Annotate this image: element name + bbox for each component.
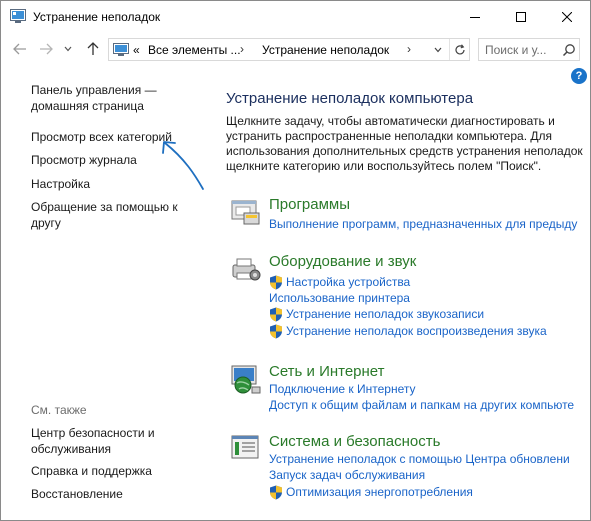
sidebar-item-settings[interactable]: Настройка bbox=[31, 176, 90, 192]
sidebar-item-recovery[interactable]: Восстановление bbox=[31, 486, 123, 502]
see-also-heading: См. также bbox=[31, 403, 87, 417]
link-use-printer[interactable]: Использование принтера bbox=[269, 291, 410, 305]
minimize-button[interactable] bbox=[452, 1, 498, 32]
troubleshooting-window: Устранение неполадок « Все элементы ... … bbox=[0, 0, 591, 521]
close-button[interactable] bbox=[544, 1, 590, 32]
sidebar-item-label: Панель управления — bbox=[31, 83, 157, 97]
recent-locations-button[interactable] bbox=[61, 38, 75, 60]
link-shared-folders[interactable]: Доступ к общим файлам и папкам на других… bbox=[269, 398, 574, 412]
arrow-left-icon bbox=[13, 43, 26, 55]
sidebar-item-control-panel-home[interactable]: Панель управления — домашняя страница bbox=[31, 82, 157, 114]
breadcrumb-separator[interactable]: › bbox=[407, 42, 411, 56]
control-panel-icon bbox=[10, 9, 26, 23]
sidebar-item-help-support[interactable]: Справка и поддержка bbox=[31, 463, 152, 479]
link-configure-device[interactable]: Настройка устройства bbox=[286, 275, 410, 289]
search-placeholder: Поиск и у... bbox=[485, 43, 547, 57]
navigation-bar: « Все элементы ... › Устранение неполадо… bbox=[1, 32, 590, 66]
uac-shield-icon bbox=[270, 485, 282, 500]
control-panel-icon bbox=[113, 43, 129, 56]
close-icon bbox=[562, 11, 572, 22]
category-title-network-internet[interactable]: Сеть и Интернет bbox=[269, 363, 385, 380]
link-run-maintenance[interactable]: Запуск задач обслуживания bbox=[269, 468, 425, 482]
breadcrumb-troubleshooting[interactable]: Устранение неполадок bbox=[262, 43, 389, 57]
page-description: Щелкните задачу, чтобы автоматически диа… bbox=[226, 114, 583, 173]
arrow-up-icon bbox=[87, 42, 99, 55]
page-title: Устранение неполадок компьютера bbox=[226, 90, 474, 107]
sidebar-item-security-maintenance[interactable]: Центр безопасности и обслуживания bbox=[31, 425, 155, 457]
refresh-button[interactable] bbox=[449, 39, 469, 60]
address-bar[interactable]: « Все элементы ... › Устранение неполадо… bbox=[108, 38, 470, 61]
maximize-button[interactable] bbox=[498, 1, 544, 32]
forward-button[interactable] bbox=[36, 38, 56, 60]
link-power-optimization[interactable]: Оптимизация энергопотребления bbox=[286, 485, 473, 499]
network-icon bbox=[231, 365, 261, 394]
uac-shield-icon bbox=[270, 324, 282, 339]
sidebar-item-view-history[interactable]: Просмотр журнала bbox=[31, 152, 137, 168]
sidebar-item-get-help-from-friend[interactable]: Обращение за помощью к другу bbox=[31, 199, 178, 231]
link-troubleshoot-recording[interactable]: Устранение неполадок звукозаписи bbox=[286, 307, 484, 321]
help-icon[interactable]: ? bbox=[571, 68, 587, 84]
search-icon[interactable] bbox=[562, 43, 576, 57]
uac-shield-icon bbox=[270, 275, 282, 290]
link-connect-internet[interactable]: Подключение к Интернету bbox=[269, 382, 416, 396]
title-bar[interactable]: Устранение неполадок bbox=[1, 1, 590, 32]
link-windows-update-troubleshoot[interactable]: Устранение неполадок с помощью Центра об… bbox=[269, 452, 570, 466]
chevron-down-icon bbox=[64, 46, 72, 52]
back-button[interactable] bbox=[10, 38, 30, 60]
window-title: Устранение неполадок bbox=[33, 10, 161, 24]
address-dropdown-button[interactable] bbox=[429, 39, 447, 60]
programs-icon bbox=[231, 200, 260, 225]
link-run-legacy-programs[interactable]: Выполнение программ, предназначенных для… bbox=[269, 217, 577, 231]
hardware-sound-icon bbox=[232, 258, 261, 281]
sidebar-item-label: обслуживания bbox=[31, 442, 112, 456]
up-button[interactable] bbox=[83, 38, 103, 60]
system-security-icon bbox=[231, 435, 259, 459]
sidebar-item-label: домашняя страница bbox=[31, 99, 144, 113]
chevron-down-icon bbox=[434, 47, 442, 52]
breadcrumb-separator[interactable]: › bbox=[240, 42, 244, 56]
refresh-icon bbox=[454, 43, 465, 54]
search-box[interactable]: Поиск и у... bbox=[478, 38, 580, 61]
sidebar-item-label: Центр безопасности и bbox=[31, 426, 155, 440]
category-title-system-security[interactable]: Система и безопасность bbox=[269, 433, 440, 450]
breadcrumb-all-items[interactable]: Все элементы ... bbox=[148, 43, 241, 57]
annotation-arrow-icon bbox=[162, 141, 204, 190]
sidebar-item-label: Обращение за помощью к bbox=[31, 200, 178, 214]
breadcrumb-overflow[interactable]: « bbox=[133, 43, 140, 57]
link-troubleshoot-playback[interactable]: Устранение неполадок воспроизведения зву… bbox=[286, 324, 547, 338]
category-title-programs[interactable]: Программы bbox=[269, 196, 350, 213]
arrow-right-icon bbox=[40, 43, 53, 55]
maximize-icon bbox=[516, 11, 526, 22]
category-title-hardware-sound[interactable]: Оборудование и звук bbox=[269, 253, 416, 270]
minimize-icon bbox=[470, 16, 480, 18]
sidebar-item-label: другу bbox=[31, 216, 61, 230]
uac-shield-icon bbox=[270, 307, 282, 322]
